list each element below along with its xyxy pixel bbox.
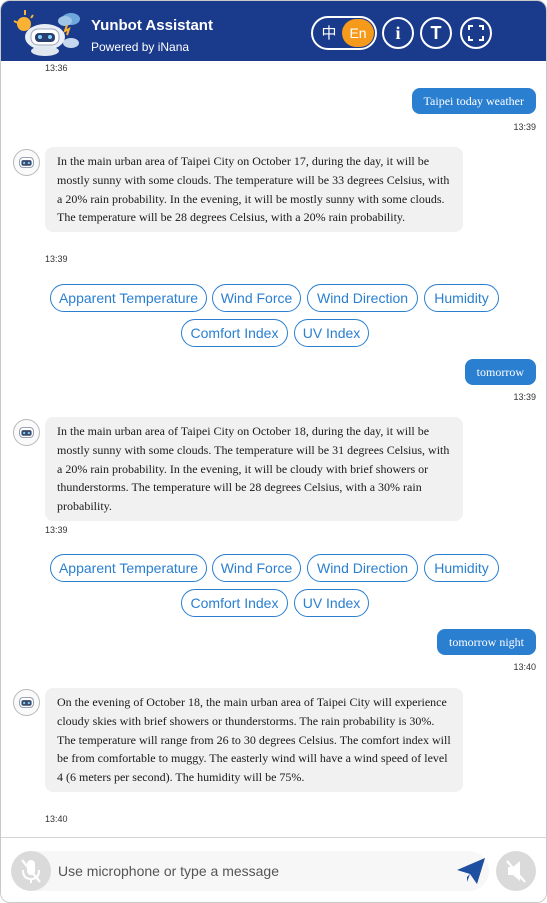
chat-area[interactable]: 13:36 Taipei today weather 13:39 In the … [1,61,546,837]
bot-message: In the main urban area of Taipei City on… [45,417,463,521]
chip-apparent-temperature[interactable]: Apparent Temperature [50,284,207,312]
chip-wind-force[interactable]: Wind Force [212,284,301,312]
bot-avatar-icon [13,689,40,716]
message-input-box [11,851,489,891]
timestamp: 13:39 [513,122,536,132]
info-icon[interactable]: i [382,17,414,49]
timestamp: 13:36 [45,63,68,73]
timestamp: 13:40 [45,814,68,824]
chip-apparent-temperature[interactable]: Apparent Temperature [50,554,207,582]
timestamp: 13:40 [513,662,536,672]
message-input[interactable] [58,861,438,881]
chip-humidity[interactable]: Humidity [424,554,499,582]
fullscreen-icon[interactable] [460,17,492,49]
bot-avatar-icon [13,149,40,176]
user-message: tomorrow night [437,629,536,655]
app-subtitle: Powered by iNana [91,40,190,54]
chip-wind-direction[interactable]: Wind Direction [307,554,418,582]
timestamp: 13:39 [513,392,536,402]
input-footer [1,837,546,902]
chip-uv-index[interactable]: UV Index [294,589,369,617]
lang-en-option[interactable]: En [342,19,374,47]
app-title: Yunbot Assistant [91,17,213,34]
header-bar: Yunbot Assistant Powered by iNana 中 En i… [1,1,546,61]
weather-robot-logo-icon [13,10,80,56]
chip-wind-direction[interactable]: Wind Direction [307,284,418,312]
user-message: tomorrow [464,359,536,385]
timestamp: 13:39 [45,254,68,264]
chip-humidity[interactable]: Humidity [424,284,499,312]
chip-uv-index[interactable]: UV Index [294,319,369,347]
bot-message: On the evening of October 18, the main u… [45,688,463,792]
timestamp: 13:39 [45,525,68,535]
bot-avatar-icon [13,419,40,446]
user-message: Taipei today weather [411,88,536,114]
microphone-off-icon[interactable] [11,851,51,891]
send-icon[interactable] [453,853,489,889]
chip-wind-force[interactable]: Wind Force [212,554,301,582]
lang-zh-option[interactable]: 中 [315,20,343,46]
speaker-mute-icon[interactable] [496,851,536,891]
text-size-icon[interactable]: T [420,17,452,49]
assistant-window: Yunbot Assistant Powered by iNana 中 En i… [0,0,547,903]
chip-comfort-index[interactable]: Comfort Index [181,589,288,617]
chip-comfort-index[interactable]: Comfort Index [181,319,288,347]
language-toggle[interactable]: 中 En [311,16,377,50]
bot-message: In the main urban area of Taipei City on… [45,147,463,233]
